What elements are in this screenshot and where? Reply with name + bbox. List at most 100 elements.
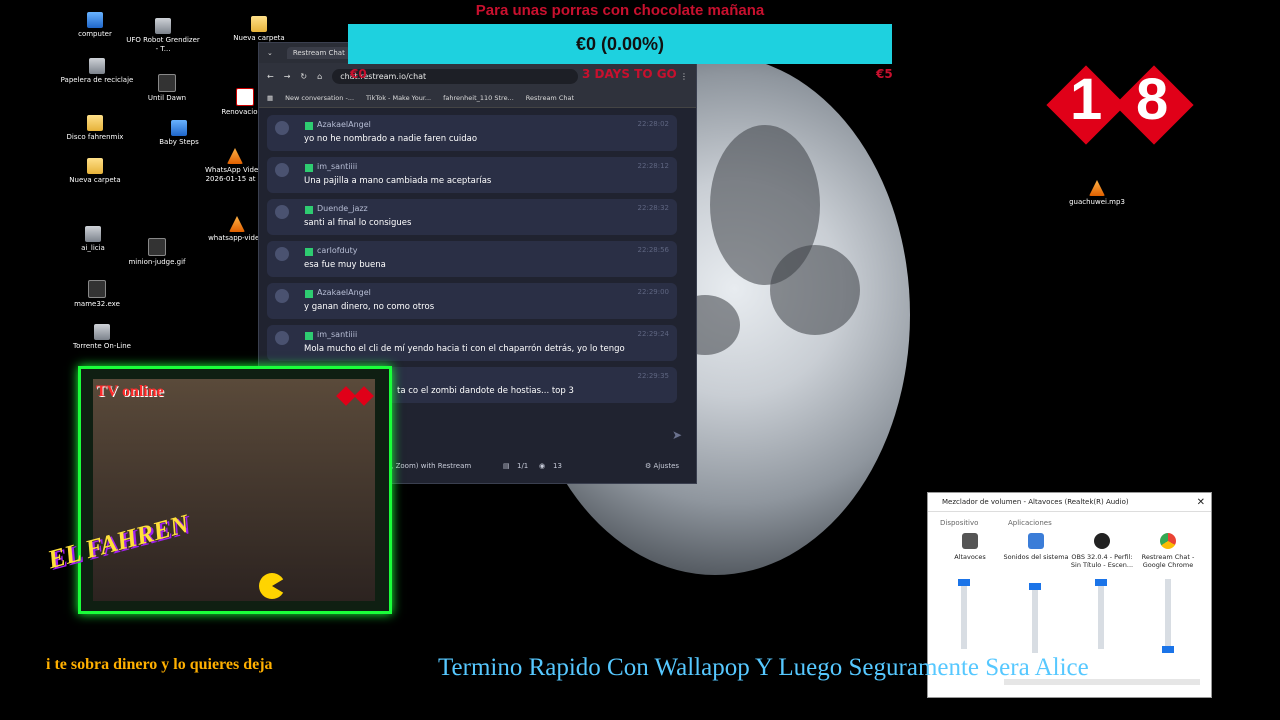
chat-message: Duende_jazz 22:28:32 santi al final lo con… [267,199,677,235]
back-icon[interactable]: ← [267,72,274,81]
volume-slider-track [1032,583,1038,653]
gear-icon: ⚙ [645,462,652,470]
forward-icon[interactable]: → [284,72,291,81]
chat-text: y ganan dinero, no como otros [304,302,435,312]
chat-username[interactable]: im_santiiii [317,330,357,339]
chat-time: 22:29:00 [637,288,669,296]
vlc-icon [1089,180,1105,196]
desktop-icon-minion-judge[interactable]: minion-judge.gif [118,238,196,267]
apps-header: Aplicaciones [1008,519,1052,527]
volume-slider-obs[interactable] [1095,579,1107,586]
desktop-icon-computer[interactable]: computer [56,12,134,39]
computer-icon [87,12,103,28]
desktop-icon-ufo-robot[interactable]: UFO Robot Grendizer - T... [124,18,202,54]
goal-days-left: 3 DAYS TO GO [582,67,677,81]
folder-icon [87,158,103,174]
reload-icon[interactable]: ↻ [300,72,307,81]
bookmark-4[interactable]: Restream Chat [526,94,574,102]
bookmark-3[interactable]: fahrenheit_110 Stre... [443,94,514,102]
avatar [275,331,289,345]
avatar [275,289,289,303]
send-icon[interactable]: ➤ [672,428,682,442]
image-file-icon [148,238,166,256]
chat-message: im_santiiii 22:28:12 Una pajilla a mano ca… [267,157,677,193]
mixer-col-obs: OBS 32.0.4 - Perfil: Sin Título - Escen.… [1069,533,1135,569]
restream-icon [305,206,313,214]
desktop-icon-nueva-carpeta-1[interactable]: Nueva carpeta [220,16,298,43]
tab-search-icon[interactable]: ⌄ [267,49,273,57]
mixer-title: Mezclador de volumen - Altavoces (Realte… [942,498,1129,506]
restream-icon [305,164,313,172]
pages-count: 1/1 [517,462,529,470]
desktop-icon-mame32[interactable]: mame32.exe [58,280,136,309]
avatar [275,163,289,177]
chat-username[interactable]: AzakaelAngel [317,120,371,129]
chat-text: Una pajilla a mano cambiada me aceptaría… [304,176,492,186]
tv-online-label: TV online [96,383,164,400]
chat-time: 22:28:56 [637,246,669,254]
goal-target: €5 [876,67,893,81]
volume-slider-chrome[interactable] [1162,646,1174,653]
desktop-icon-disco-fahrenmix[interactable]: Disco fahrenmix [56,115,134,142]
goal-current: €0 [350,67,367,81]
chat-text: santi al final lo consigues [304,218,412,228]
ticker-left: i te sobra dinero y lo quieres deja [46,656,273,673]
game-icon [158,74,176,92]
chat-text: yo no he nombrado a nadie faren cuidao [304,134,478,144]
ticker-right: Termino Rapido Con Wallapop Y Luego Segu… [438,654,1089,681]
avatar [275,205,289,219]
desktop-icon-baby-steps[interactable]: Baby Steps [140,120,218,147]
goal-progress-bar: €0 (0.00%) [348,24,892,64]
bookmark-2[interactable]: TikTok - Make Your... [366,94,431,102]
webcam-frame: TV online [78,366,392,614]
restream-icon [305,248,313,256]
apps-icon[interactable]: ▦ [267,94,273,102]
desktop-icon-recycle-bin[interactable]: Papelera de reciclaje [58,58,136,85]
chat-time: 22:28:32 [637,204,669,212]
chrome-icon [1160,533,1176,549]
chat-time: 22:28:12 [637,162,669,170]
chat-username[interactable]: AzakaelAngel [317,288,371,297]
chat-text: Mola mucho el cli de mí yendo hacia ti c… [304,344,625,354]
exe-icon [88,280,106,298]
home-icon[interactable]: ⌂ [317,72,322,81]
desktop-icon-guachuwei[interactable]: guachuwei.mp3 [1058,180,1136,207]
chat-message: im_santiiii 22:29:24 Mola mucho el cli de … [267,325,677,361]
chat-username[interactable]: carlofduty [317,246,358,255]
volume-slider-altavoces[interactable] [958,579,970,586]
restream-icon [305,332,313,340]
restream-icon [305,122,313,130]
rating-digit-8: 8 [1136,67,1169,132]
mixer-col-chrome: Restream Chat - Google Chrome [1135,533,1201,569]
bookmark-1[interactable]: New conversation -... [285,94,354,102]
pdf-icon [236,88,254,106]
folder-icon [251,16,267,32]
menu-icon[interactable]: ⋮ [680,72,688,81]
chat-message: AzakaelAngel 22:28:02 yo no he nombrado a … [267,115,677,151]
volume-slider-system[interactable] [1029,583,1041,590]
viewer-count: 13 [553,462,562,470]
desktop-icon-torrente[interactable]: Torrente On-Line [63,324,141,351]
mixer-col-system-sounds: Sonidos del sistema [1003,533,1069,561]
chat-message: AzakaelAngel 22:29:00 y ganan dinero, no c… [267,283,677,319]
chat-username[interactable]: im_santiiii [317,162,357,171]
rating-digit-1: 1 [1070,67,1103,132]
webcam-video [93,379,375,601]
settings-button[interactable]: ⚙ Ajustes [645,462,679,470]
tab-restream-chat[interactable]: Restream Chat [286,47,351,59]
chat-username[interactable]: Duende_jazz [317,204,368,213]
volume-slider-track [961,579,967,649]
desktop-icon-until-dawn[interactable]: Until Dawn [128,74,206,103]
avatar [275,247,289,261]
game-icon [171,120,187,136]
close-icon[interactable]: ✕ [1197,497,1205,508]
desktop-icon-nueva-carpeta-2[interactable]: Nueva carpeta [56,158,134,185]
chat-message: carlofduty 22:28:56 esa fue muy buena [267,241,677,277]
chat-time: 22:29:35 [637,372,669,380]
connect-label[interactable]: x, Zoom) with Restream [387,462,471,470]
url-input[interactable]: chat.restream.io/chat [332,68,579,84]
app-icon [85,226,101,242]
obs-icon [1094,533,1110,549]
device-header: Dispositivo [940,519,979,527]
chat-time: 22:28:02 [637,120,669,128]
